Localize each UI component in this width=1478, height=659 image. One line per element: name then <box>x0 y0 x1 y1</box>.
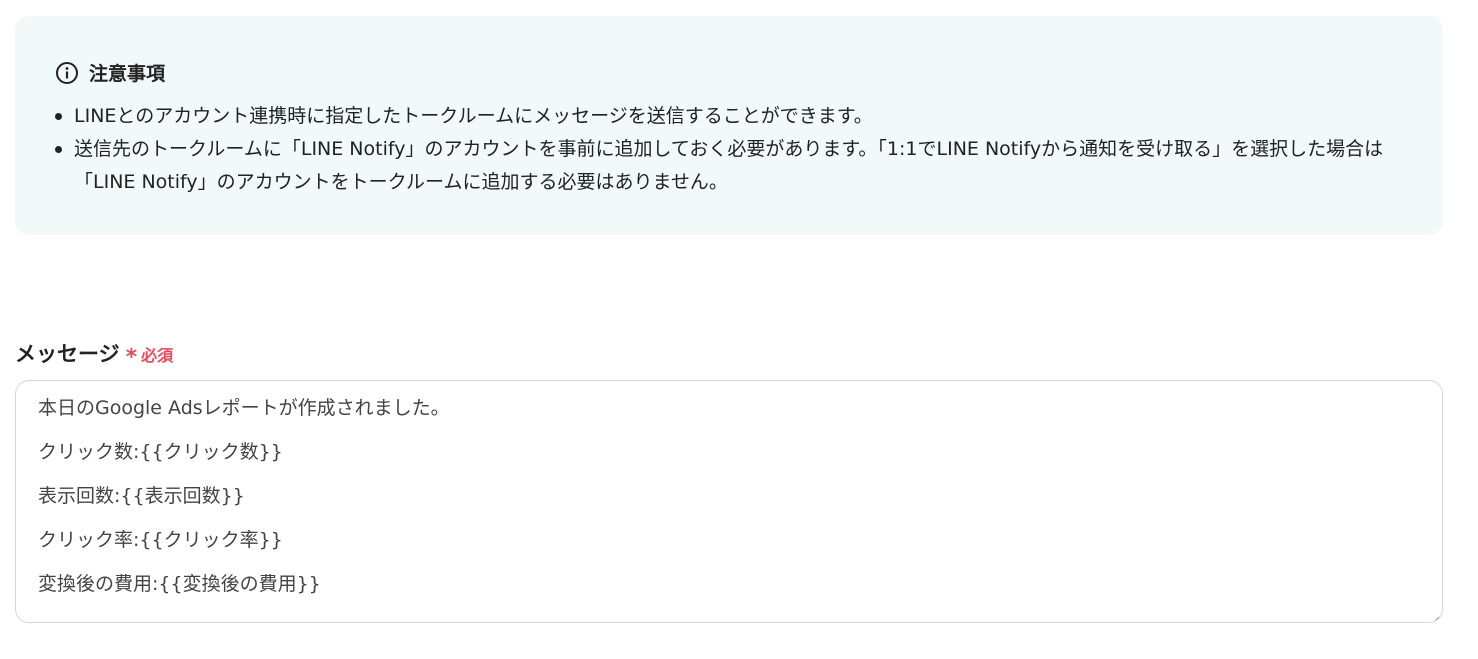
message-field-label: メッセージ * 必須 <box>15 338 174 370</box>
notice-item: LINEとのアカウント連携時に指定したトークルームにメッセージを送信することがで… <box>55 100 1405 133</box>
message-line: クリック率:{{クリック率}} <box>38 529 283 551</box>
notice-title: 注意事項 <box>55 59 165 86</box>
message-textarea[interactable]: 本日のGoogle Adsレポートが作成されました。 クリック数:{{クリック数… <box>15 380 1443 623</box>
message-line: 表示回数:{{表示回数}} <box>38 485 245 507</box>
message-line: 本日のGoogle Adsレポートが作成されました。 <box>38 397 450 419</box>
message-label-text: メッセージ <box>15 342 120 366</box>
notice-title-text: 注意事項 <box>89 63 166 85</box>
notice-item: 送信先のトークルームに「LINE Notify」のアカウントを事前に追加しておく… <box>55 133 1405 199</box>
info-icon <box>55 61 79 85</box>
notice-box: 注意事項 LINEとのアカウント連携時に指定したトークルームにメッセージを送信す… <box>15 16 1443 235</box>
message-line: クリック数:{{クリック数}} <box>38 441 283 463</box>
resize-handle-icon[interactable] <box>1430 610 1440 622</box>
notice-list: LINEとのアカウント連携時に指定したトークルームにメッセージを送信することがで… <box>55 100 1405 199</box>
required-text: 必須 <box>141 346 174 365</box>
message-line: 変換後の費用:{{変換後の費用}} <box>38 573 321 595</box>
required-asterisk: * <box>125 345 138 370</box>
